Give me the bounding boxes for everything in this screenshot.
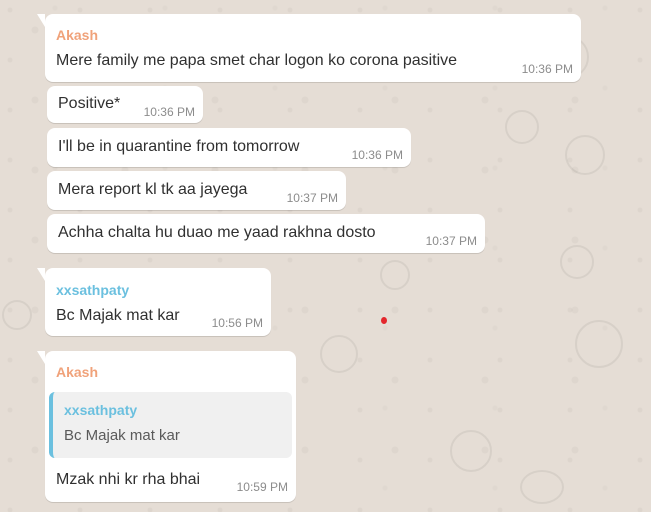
message-bubble[interactable]: Positive* 10:36 PM: [47, 86, 203, 123]
doodle-circle: [575, 320, 623, 368]
message-bubble[interactable]: Achha chalta hu duao me yaad rakhna dost…: [47, 214, 485, 253]
message-bubble[interactable]: Mera report kl tk aa jayega 10:37 PM: [47, 171, 346, 210]
doodle-circle: [505, 110, 539, 144]
doodle-circle: [2, 300, 32, 330]
message-text: Mere family me papa smet char logon ko c…: [56, 52, 458, 69]
message-time: 10:56 PM: [211, 316, 263, 330]
message-text: Mzak nhi kr rha bhai: [56, 471, 201, 488]
message-time: 10:36 PM: [351, 148, 403, 162]
bubble-tail: [37, 14, 45, 27]
sender-name: Akash: [56, 364, 99, 380]
bubble-tail: [37, 351, 45, 364]
sender-name: Akash: [56, 27, 99, 43]
message-bubble[interactable]: Akash Mere family me papa smet char logo…: [37, 14, 581, 82]
doodle-circle: [565, 135, 605, 175]
message-bubble[interactable]: Akash xxsathpaty Bc Majak mat kar Mzak n…: [37, 351, 296, 502]
red-dot-marker: [381, 317, 387, 324]
message-text: Positive*: [58, 95, 121, 112]
message-time: 10:36 PM: [521, 62, 573, 76]
message-bubble[interactable]: I'll be in quarantine from tomorrow 10:3…: [47, 128, 411, 167]
doodle-circle: [560, 245, 594, 279]
quoted-text: Bc Majak mat kar: [64, 427, 180, 444]
message-time: 10:59 PM: [236, 480, 288, 494]
sender-name: xxsathpaty: [56, 282, 130, 298]
doodle-circle: [520, 470, 564, 504]
message-text: Achha chalta hu duao me yaad rakhna dost…: [58, 224, 376, 241]
doodle-circle: [450, 430, 492, 472]
message-time: 10:37 PM: [425, 234, 477, 248]
doodle-circle: [380, 260, 410, 290]
quoted-author: xxsathpaty: [64, 402, 138, 418]
quoted-message[interactable]: xxsathpaty Bc Majak mat kar: [49, 392, 292, 458]
message-text: Mera report kl tk aa jayega: [58, 181, 248, 198]
message-text: Bc Majak mat kar: [56, 307, 180, 324]
message-time: 10:37 PM: [286, 191, 338, 205]
bubble-tail: [37, 268, 45, 281]
message-time: 10:36 PM: [143, 105, 195, 119]
message-text: I'll be in quarantine from tomorrow: [58, 138, 300, 155]
doodle-circle: [320, 335, 358, 373]
message-bubble[interactable]: xxsathpaty Bc Majak mat kar 10:56 PM: [37, 268, 271, 336]
